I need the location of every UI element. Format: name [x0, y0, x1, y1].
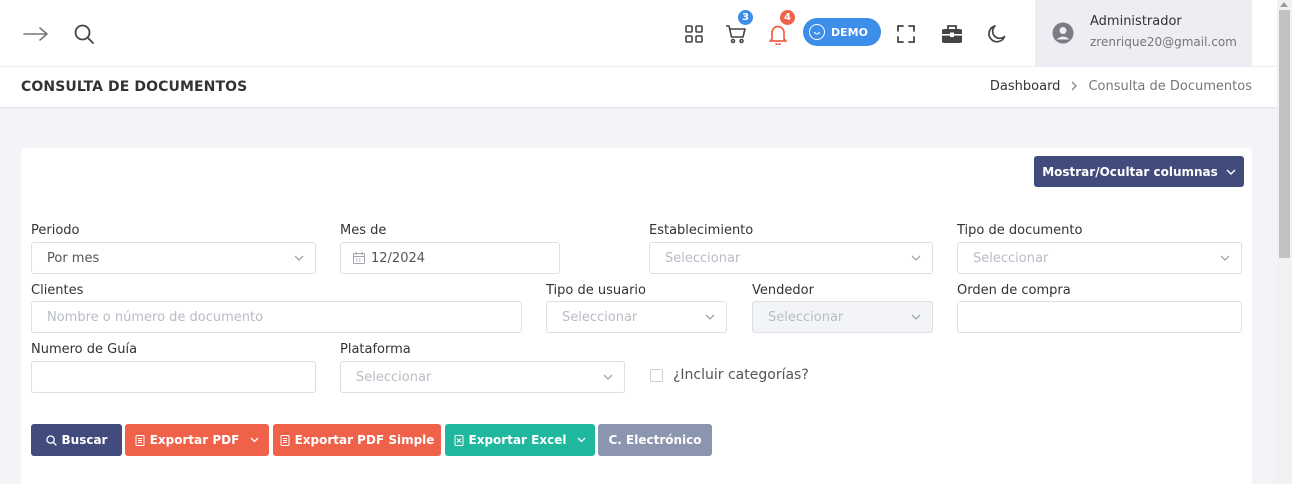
incluir-categorias-checkbox[interactable] — [650, 369, 663, 382]
tipo-usuario-label: Tipo de usuario — [546, 283, 647, 298]
arrow-right-icon[interactable] — [22, 0, 50, 67]
plataforma-label: Plataforma — [340, 342, 411, 357]
cart-count-badge: 3 — [736, 8, 755, 27]
fullscreen-icon[interactable] — [895, 0, 917, 67]
vendedor-label: Vendedor — [752, 283, 814, 298]
exportar-pdf-simple-button[interactable]: Exportar PDF Simple — [273, 424, 441, 456]
calendar-icon — [353, 252, 365, 264]
tipo-usuario-select[interactable]: Seleccionar — [546, 301, 727, 333]
mes-label: Mes de — [340, 223, 387, 238]
toggle-columns-button[interactable]: Mostrar/Ocultar columnas — [1034, 156, 1244, 187]
orden-compra-input[interactable] — [957, 301, 1242, 333]
scroll-up-arrow-icon[interactable] — [1280, 2, 1288, 7]
top-navbar: 3 4 DEMO Administrador zrenrique20@gmail… — [0, 0, 1277, 67]
vendedor-placeholder: Seleccionar — [768, 309, 844, 325]
clientes-label: Clientes — [31, 283, 84, 298]
file-pdf-icon — [280, 434, 290, 446]
c-electronico-label: C. Electrónico — [608, 433, 702, 447]
establecimiento-select[interactable]: Seleccionar — [649, 242, 933, 274]
exportar-pdf-label: Exportar PDF — [149, 433, 240, 447]
tipo-documento-select[interactable]: Seleccionar — [957, 242, 1242, 274]
numero-guia-input[interactable] — [31, 361, 316, 393]
user-avatar-icon — [1052, 22, 1074, 48]
buscar-label: Buscar — [61, 433, 108, 447]
user-email: zrenrique20@gmail.com — [1090, 35, 1237, 49]
tipo-documento-placeholder: Seleccionar — [973, 250, 1049, 266]
c-electronico-button[interactable]: C. Electrónico — [598, 424, 712, 456]
establecimiento-label: Establecimiento — [649, 223, 754, 238]
periodo-value: Por mes — [47, 250, 100, 266]
chevron-down-icon — [294, 255, 304, 261]
notifications-count-badge: 4 — [778, 8, 797, 27]
periodo-label: Periodo — [31, 223, 80, 238]
periodo-select[interactable]: Por mes — [31, 242, 316, 274]
mes-date-picker[interactable]: 12/2024 — [340, 242, 560, 274]
breadcrumb-current: Consulta de Documentos — [1088, 79, 1252, 94]
chevron-down-icon — [911, 314, 921, 320]
exportar-pdf-button[interactable]: Exportar PDF — [125, 424, 269, 456]
search-icon[interactable] — [72, 0, 96, 67]
breadcrumb: Dashboard Consulta de Documentos — [990, 79, 1252, 94]
briefcase-icon[interactable] — [940, 0, 964, 67]
chevron-down-icon — [705, 314, 715, 320]
user-menu[interactable]: Administrador zrenrique20@gmail.com — [1035, 0, 1252, 67]
plataforma-placeholder: Seleccionar — [356, 369, 432, 385]
establecimiento-placeholder: Seleccionar — [665, 250, 741, 266]
tipo-documento-label: Tipo de documento — [957, 223, 1083, 238]
toggle-columns-label: Mostrar/Ocultar columnas — [1042, 164, 1218, 179]
buscar-button[interactable]: Buscar — [31, 424, 122, 456]
vendedor-select[interactable]: Seleccionar — [752, 301, 933, 333]
demo-label: DEMO — [831, 25, 868, 39]
numero-guia-label: Numero de Guía — [31, 342, 138, 357]
demo-mode-toggle[interactable]: DEMO — [803, 18, 881, 46]
smile-icon — [809, 24, 825, 40]
clientes-input[interactable]: Nombre o número de documento — [31, 301, 522, 333]
page-header: CONSULTA DE DOCUMENTOS Dashboard Consult… — [0, 67, 1277, 108]
breadcrumb-dashboard[interactable]: Dashboard — [990, 79, 1061, 94]
chevron-down-icon — [1220, 255, 1230, 261]
user-name: Administrador — [1090, 14, 1182, 29]
tipo-usuario-placeholder: Seleccionar — [562, 309, 638, 325]
chevron-down-icon — [577, 437, 586, 443]
scrollbar-thumb[interactable] — [1279, 10, 1290, 258]
chevron-down-icon — [250, 437, 259, 443]
incluir-categorias-label[interactable]: ¿Incluir categorías? — [673, 367, 809, 383]
moon-icon[interactable] — [986, 0, 1008, 67]
chevron-down-icon — [603, 374, 613, 380]
orden-compra-label: Orden de compra — [957, 283, 1071, 298]
apps-grid-icon[interactable] — [683, 0, 705, 67]
chevron-right-icon — [1070, 80, 1078, 94]
page-title: CONSULTA DE DOCUMENTOS — [21, 79, 248, 95]
plataforma-select[interactable]: Seleccionar — [340, 361, 625, 393]
clientes-placeholder: Nombre o número de documento — [47, 309, 264, 325]
mes-value: 12/2024 — [371, 250, 426, 266]
exportar-excel-label: Exportar Excel — [468, 433, 567, 447]
chevron-down-icon — [1226, 169, 1236, 175]
file-excel-icon — [454, 434, 464, 446]
search-icon — [45, 434, 57, 446]
file-pdf-icon — [135, 434, 145, 446]
chevron-down-icon — [911, 255, 921, 261]
exportar-excel-button[interactable]: Exportar Excel — [445, 424, 595, 456]
exportar-pdf-simple-label: Exportar PDF Simple — [294, 433, 435, 447]
